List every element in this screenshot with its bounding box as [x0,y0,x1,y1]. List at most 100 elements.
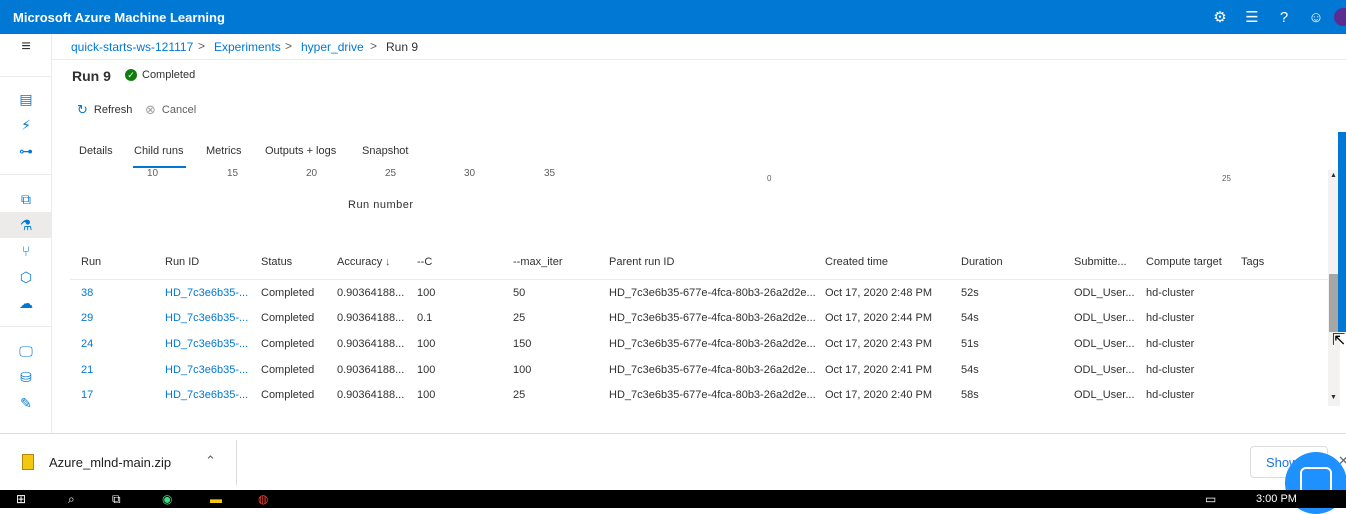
cell-status: Completed [261,312,315,324]
page-title: Run 9 [72,68,111,84]
cell-run[interactable]: 24 [81,338,93,350]
download-file-name[interactable]: Azure_mlnd-main.zip [49,455,171,470]
column-header-max-iter[interactable]: --max_iter [513,256,563,268]
status-badge: ✓ Completed [125,69,195,81]
column-header-duration[interactable]: Duration [961,256,1003,268]
avatar[interactable] [1334,8,1346,26]
breadcrumb-separator: > [370,39,378,53]
cell-created-time: Oct 17, 2020 2:44 PM [825,312,933,324]
column-header-c[interactable]: --C [417,256,432,268]
feedback-side-tab[interactable] [1338,132,1346,332]
column-header-accuracy[interactable]: Accuracy [337,256,382,268]
x-tick: 30 [464,168,476,179]
refresh-icon: ↻ [77,102,88,117]
datasets-icon[interactable]: ⧉ [0,186,52,212]
active-tab-indicator [133,166,186,168]
refresh-label: Refresh [93,104,133,116]
left-nav: ≡ ▤ ⚡ ⊶ ⧉ ⚗ ⑂ ⬡ ☁ 🖵 ⛁ ✎ [0,34,52,433]
cell-run-id[interactable]: HD_7c3e6b35-... [165,312,248,324]
cell-compute-target: hd-cluster [1146,389,1195,401]
cell-submitted-by: ODL_User... [1074,312,1135,324]
column-header-submitted-by[interactable]: Submitte... [1074,256,1127,268]
cell-compute-target: hd-cluster [1146,364,1195,376]
notebooks-icon[interactable]: ▤ [0,86,52,112]
smiley-icon[interactable]: ☺ [1300,0,1332,34]
breadcrumb-workspace[interactable]: quick-starts-ws-121117 [71,40,193,54]
header-divider [70,279,1328,280]
feedback-icon[interactable]: ☰ [1236,0,1268,34]
task-view-icon[interactable]: ⧉ [112,492,121,507]
tab-metrics[interactable]: Metrics [206,145,241,157]
column-header-run-id[interactable]: Run ID [165,256,199,268]
breadcrumb-separator: > [198,39,206,53]
cell-run[interactable]: 38 [81,287,93,299]
cell-run-id[interactable]: HD_7c3e6b35-... [165,364,248,376]
windows-start-icon[interactable]: ⊞ [16,492,26,506]
endpoints-icon[interactable]: ☁ [0,290,52,316]
column-header-status[interactable]: Status [261,256,292,268]
cell-status: Completed [261,338,315,350]
pipelines-icon[interactable]: ⑂ [0,238,52,264]
cell-run-id[interactable]: HD_7c3e6b35-... [165,389,248,401]
cell-parent-run-id: HD_7c3e6b35-677e-4fca-80b3-26a2d2e... [609,338,816,350]
cancel-button[interactable]: ⊗ Cancel [145,102,196,118]
tab-snapshot[interactable]: Snapshot [362,145,408,157]
data-labeling-icon[interactable]: ✎ [0,390,52,416]
cell-compute-target: hd-cluster [1146,287,1195,299]
help-icon[interactable]: ? [1268,0,1300,34]
compute-icon[interactable]: 🖵 [0,338,52,364]
cancel-icon: ⊗ [145,102,156,117]
tray-icon[interactable]: ▭ [1205,492,1216,506]
column-header-compute-target[interactable]: Compute target [1146,256,1222,268]
column-header-parent-run-id[interactable]: Parent run ID [609,256,674,268]
cell-status: Completed [261,287,315,299]
cell-duration: 58s [961,389,979,401]
cell-accuracy: 0.90364188... [337,338,405,350]
app-title[interactable]: Microsoft Azure Machine Learning [13,10,225,25]
column-header-created-time[interactable]: Created time [825,256,888,268]
zip-file-icon [22,454,34,470]
chevron-up-icon[interactable]: ⌃ [205,453,216,469]
cell-run-id[interactable]: HD_7c3e6b35-... [165,338,248,350]
app-icon[interactable]: ◉ [162,492,172,506]
scroll-up-icon[interactable]: ▲ [1330,172,1337,179]
scroll-down-icon[interactable]: ▼ [1330,394,1337,401]
experiments-icon[interactable]: ⚗ [0,212,52,238]
cell-submitted-by: ODL_User... [1074,389,1135,401]
cell-duration: 54s [961,364,979,376]
datastores-icon[interactable]: ⛁ [0,364,52,390]
tab-child-runs[interactable]: Child runs [134,145,184,157]
automated-ml-icon[interactable]: ⚡ [0,112,52,138]
cell-status: Completed [261,364,315,376]
file-explorer-icon[interactable]: ▬ [210,492,222,506]
cell-c: 100 [417,338,436,350]
cell-parent-run-id: HD_7c3e6b35-677e-4fca-80b3-26a2d2e... [609,312,816,324]
designer-icon[interactable]: ⊶ [0,138,52,164]
cell-run-id[interactable]: HD_7c3e6b35-... [165,287,248,299]
x-tick: 35 [544,168,556,179]
cell-run[interactable]: 17 [81,389,93,401]
chrome-icon[interactable]: ◍ [258,492,268,506]
breadcrumb-separator: > [285,39,293,53]
cell-run[interactable]: 21 [81,364,93,376]
breadcrumb-experiment[interactable]: hyper_drive [301,40,364,54]
gear-icon[interactable]: ⚙ [1204,0,1236,34]
column-header-run[interactable]: Run [81,256,101,268]
models-icon[interactable]: ⬡ [0,264,52,290]
search-icon[interactable]: ⌕ [68,492,75,507]
cell-accuracy: 0.90364188... [337,312,405,324]
tab-details[interactable]: Details [79,145,113,157]
taskbar-clock[interactable]: 3:00 PM [1256,493,1297,505]
cell-max-iter: 50 [513,287,526,299]
x-tick: 10 [147,168,159,179]
cell-max-iter: 150 [513,338,532,350]
hamburger-menu-icon[interactable]: ≡ [0,34,52,60]
breadcrumb-experiments[interactable]: Experiments [214,40,281,54]
chart-tick: 0 [767,174,772,183]
column-header-tags[interactable]: Tags [1241,256,1264,268]
tab-outputs-logs[interactable]: Outputs + logs [265,145,336,157]
refresh-button[interactable]: ↻ Refresh [77,102,132,118]
chart-tick: 25 [1222,174,1231,183]
check-circle-icon: ✓ [125,69,137,81]
cell-run[interactable]: 29 [81,312,93,324]
